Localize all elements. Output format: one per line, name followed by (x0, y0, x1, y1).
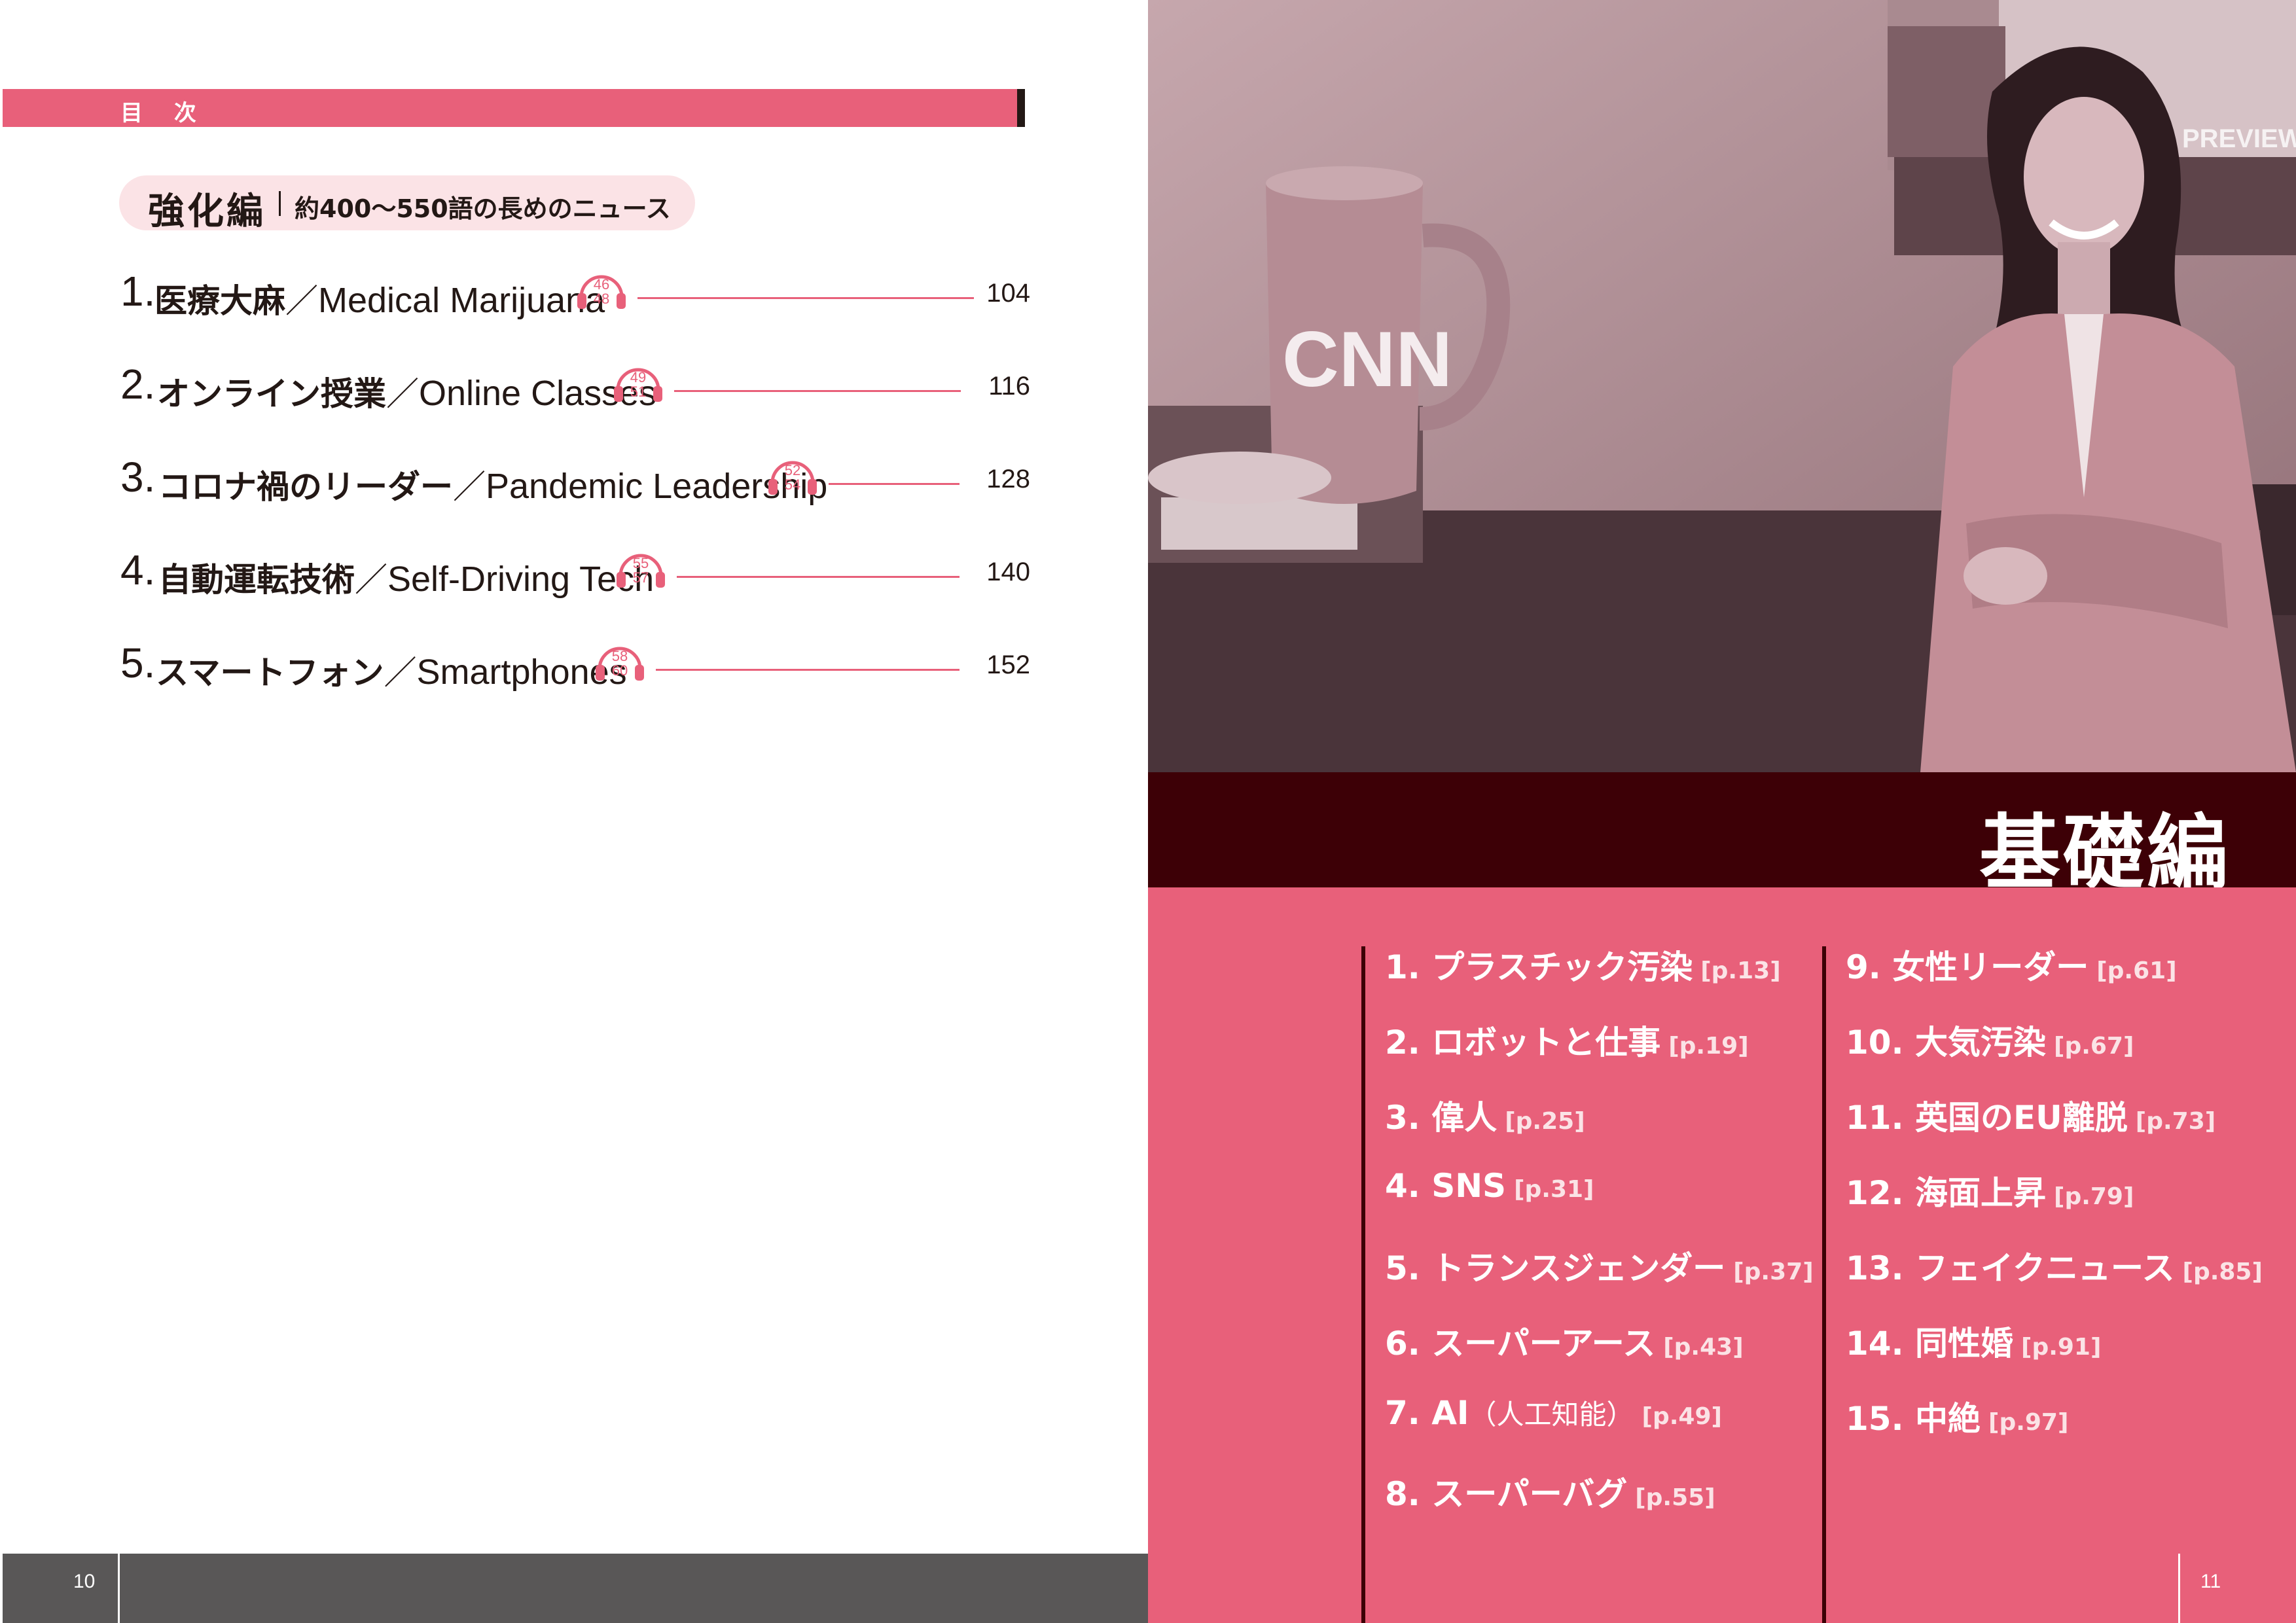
toc-entry-number: 1. (120, 268, 156, 315)
toc-entry-title: オンライン授業／Online Classes (157, 374, 657, 413)
basic-list-item[interactable]: 1. プラスチック汚染 [p.13] (1385, 941, 1814, 1016)
toc-entry[interactable]: 3. コロナ禍のリーダー／Pandemic Leadership 52 54 1… (120, 453, 1030, 506)
toc-entry-page: 104 (986, 279, 1030, 308)
footer-divider (118, 1554, 120, 1623)
leader-line (656, 669, 960, 671)
toc-header-bar: 目 次 (3, 89, 1025, 127)
basic-list-item[interactable]: 13. フェイクニュース [p.85] (1846, 1242, 2263, 1317)
title-band: 基礎編 (1148, 772, 2296, 901)
toc-entry-number: 4. (120, 546, 156, 594)
basic-list-item[interactable]: 14. 同性婚 [p.91] (1846, 1317, 2263, 1393)
headphones-icon: 49 51 (613, 364, 664, 403)
basic-section-title: 基礎編 (1979, 806, 2231, 901)
toc-entry-number: 2. (120, 361, 156, 408)
toc-entry[interactable]: 4. 自動運転技術／Self-Driving Tech 55 57 140 (120, 546, 1030, 599)
toc-entry-title: 医療大麻／Medical Marijuana (154, 281, 605, 320)
mug-logo-text: CNN (1282, 315, 1452, 403)
toc-entry-title: 自動運転技術／Self-Driving Tech (158, 560, 655, 599)
left-footer-bar (3, 1554, 1148, 1623)
basic-list-item[interactable]: 6. スーパーアース [p.43] (1385, 1317, 1814, 1393)
basic-list-item[interactable]: 7. AI（人工知能） [p.49] (1385, 1393, 1814, 1468)
toc-entry-title: コロナ禍のリーダー／Pandemic Leadership (158, 467, 828, 506)
monitor-preview-text: PREVIEW (2182, 124, 2296, 153)
section-title: 強化編 (148, 190, 266, 233)
toc-entry-title: スマートフォン／Smartphones (156, 652, 627, 692)
basic-list-item[interactable]: 3. 偉人 [p.25] (1385, 1092, 1814, 1167)
basic-list-item[interactable]: 9. 女性リーダー [p.61] (1846, 941, 2263, 1016)
headphones-icon: 58 60 (594, 643, 645, 682)
basic-list-left: 1. プラスチック汚染 [p.13] 2. ロボットと仕事 [p.19] 3. 偉人… (1385, 941, 1814, 1543)
right-page: PREVIEW CNN 基礎編 1. プラスチック汚染 [p.13] 2. ロボ… (1148, 0, 2296, 1623)
headphones-icon: 46 48 (576, 271, 627, 310)
page-number-right: 11 (2200, 1571, 2221, 1592)
section-pill: 強化編 約400〜550語の長めのニュース (119, 175, 695, 233)
toc-entry-page: 140 (986, 558, 1030, 586)
basic-list-item[interactable]: 12. 海面上昇 [p.79] (1846, 1167, 2263, 1242)
basic-list-item[interactable]: 10. 大気汚染 [p.67] (1846, 1016, 2263, 1092)
page-number-left: 10 (73, 1571, 96, 1592)
toc-entry-number: 3. (120, 454, 156, 501)
leader-line (674, 390, 961, 392)
left-page: 目 次 強化編 約400〜550語の長めのニュース 1. 医療大麻／Medica… (0, 0, 1148, 1623)
toc-header-label: 目 次 (120, 100, 208, 126)
basic-list-item[interactable]: 5. トランスジェンダー [p.37] (1385, 1242, 1814, 1317)
headphones-icon: 52 54 (767, 457, 818, 496)
leader-line (829, 483, 960, 485)
basic-list-item[interactable]: 11. 英国のEU離脱 [p.73] (1846, 1092, 2263, 1167)
leader-line (677, 576, 960, 578)
basic-list-item[interactable]: 2. ロボットと仕事 [p.19] (1385, 1016, 1814, 1092)
basic-list-item[interactable]: 15. 中絶 [p.97] (1846, 1393, 2263, 1468)
toc-entry-number: 5. (120, 639, 156, 687)
basic-list-item[interactable]: 4. SNS [p.31] (1385, 1167, 1814, 1242)
section-divider (279, 191, 281, 216)
leader-line (637, 297, 974, 299)
column-divider-left (1361, 946, 1365, 1623)
basic-list-item[interactable]: 8. スーパーバグ [p.55] (1385, 1468, 1814, 1543)
toc-entry-page: 152 (986, 651, 1030, 679)
anchor-photo: PREVIEW CNN (1148, 0, 2296, 772)
toc-entry-page: 128 (986, 465, 1030, 493)
toc-entry[interactable]: 5. スマートフォン／Smartphones 58 60 152 (120, 639, 1030, 692)
basic-contents-panel: 1. プラスチック汚染 [p.13] 2. ロボットと仕事 [p.19] 3. 偉人… (1148, 887, 2296, 1623)
section-description: 約400〜550語の長めのニュース (295, 194, 671, 223)
basic-list-right: 9. 女性リーダー [p.61] 10. 大気汚染 [p.67] 11. 英国のEU… (1846, 941, 2263, 1468)
column-divider-right (1822, 946, 1826, 1623)
headphones-icon: 55 57 (615, 550, 666, 589)
toc-entry-page: 116 (988, 372, 1030, 401)
toc-entry[interactable]: 2. オンライン授業／Online Classes 49 51 116 (120, 360, 1030, 413)
toc-entry[interactable]: 1. 医療大麻／Medical Marijuana 46 48 104 (120, 267, 1030, 320)
footer-divider (2178, 1554, 2180, 1623)
